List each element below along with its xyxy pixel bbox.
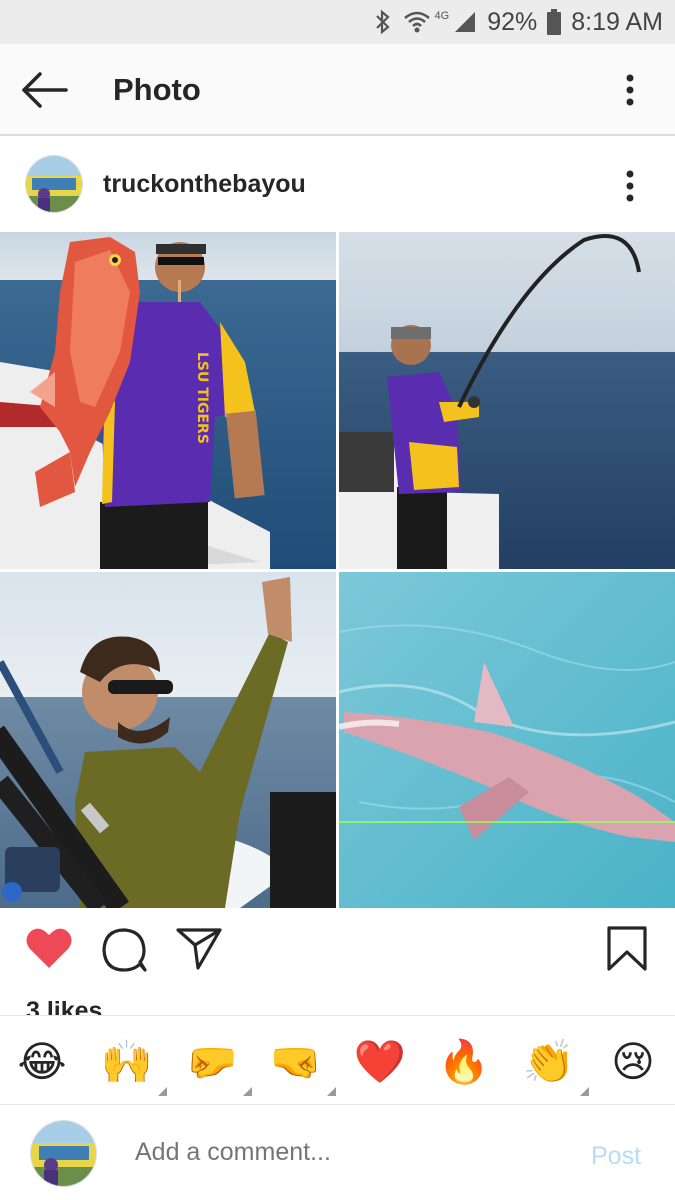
wifi-icon xyxy=(403,10,431,34)
vertical-ellipsis-icon xyxy=(626,170,634,202)
emoji-laughing-crying[interactable]: 😂 xyxy=(14,1034,70,1090)
share-button[interactable] xyxy=(176,926,222,975)
emoji-right-fist[interactable]: 🤜 xyxy=(268,1034,336,1096)
paper-plane-icon xyxy=(176,928,222,970)
photo-cell-shark xyxy=(339,572,675,908)
emoji-red-heart[interactable]: ❤️ xyxy=(352,1034,408,1090)
jersey-text: LSU TIGERS xyxy=(194,352,210,444)
bluetooth-icon xyxy=(373,9,393,35)
post-header: truckonthebayou xyxy=(0,138,675,232)
network-type-label: 4G xyxy=(434,10,450,22)
signal-icon xyxy=(453,10,477,34)
save-button[interactable] xyxy=(606,926,648,977)
likes-count[interactable]: 3 likes xyxy=(26,992,102,1016)
status-bar: 4G 92% 8:19 AM xyxy=(0,0,675,44)
emoji-fire[interactable]: 🔥 xyxy=(436,1034,492,1090)
emoji-crying-face[interactable]: 😢 xyxy=(605,1034,661,1090)
arrow-left-icon xyxy=(22,72,68,108)
toolbar: Photo xyxy=(0,44,675,136)
like-button[interactable] xyxy=(25,926,73,975)
bookmark-icon xyxy=(607,926,647,971)
photo-cell-man-arm-up xyxy=(0,572,336,908)
variant-indicator-icon xyxy=(243,1087,252,1096)
battery-percent: 92% xyxy=(487,7,538,36)
post-comment-button[interactable]: Post xyxy=(591,1142,641,1171)
post-actions xyxy=(0,908,675,992)
battery-icon xyxy=(547,9,562,35)
comment-button[interactable] xyxy=(100,926,148,979)
back-button[interactable] xyxy=(18,66,72,114)
clock: 8:19 AM xyxy=(571,7,663,36)
emoji-quick-bar: 😂 🙌 🤛 🤜 ❤️ 🔥 👏 😢 xyxy=(0,1015,675,1105)
variant-indicator-icon xyxy=(158,1087,167,1096)
post-more-button[interactable] xyxy=(612,164,648,208)
user-avatar[interactable] xyxy=(25,155,83,213)
toolbar-more-button[interactable] xyxy=(612,66,648,114)
comment-input[interactable] xyxy=(135,1138,555,1167)
photo-cell-fishing-rod xyxy=(339,232,675,569)
emoji-left-fist[interactable]: 🤛 xyxy=(184,1034,252,1096)
current-user-avatar xyxy=(30,1120,97,1187)
emoji-clapping-hands[interactable]: 👏 xyxy=(521,1034,589,1096)
vertical-ellipsis-icon xyxy=(626,74,634,106)
comment-bubble-icon xyxy=(102,928,147,972)
heart-filled-icon xyxy=(26,928,72,968)
post-photo[interactable]: LSU TIGERS xyxy=(0,232,675,908)
post-username[interactable]: truckonthebayou xyxy=(103,170,306,199)
variant-indicator-icon xyxy=(580,1087,589,1096)
emoji-raised-hands[interactable]: 🙌 xyxy=(99,1034,167,1096)
page-title: Photo xyxy=(113,72,201,107)
variant-indicator-icon xyxy=(327,1087,336,1096)
photo-cell-snapper: LSU TIGERS xyxy=(0,232,336,569)
comment-bar: Post xyxy=(0,1106,675,1200)
